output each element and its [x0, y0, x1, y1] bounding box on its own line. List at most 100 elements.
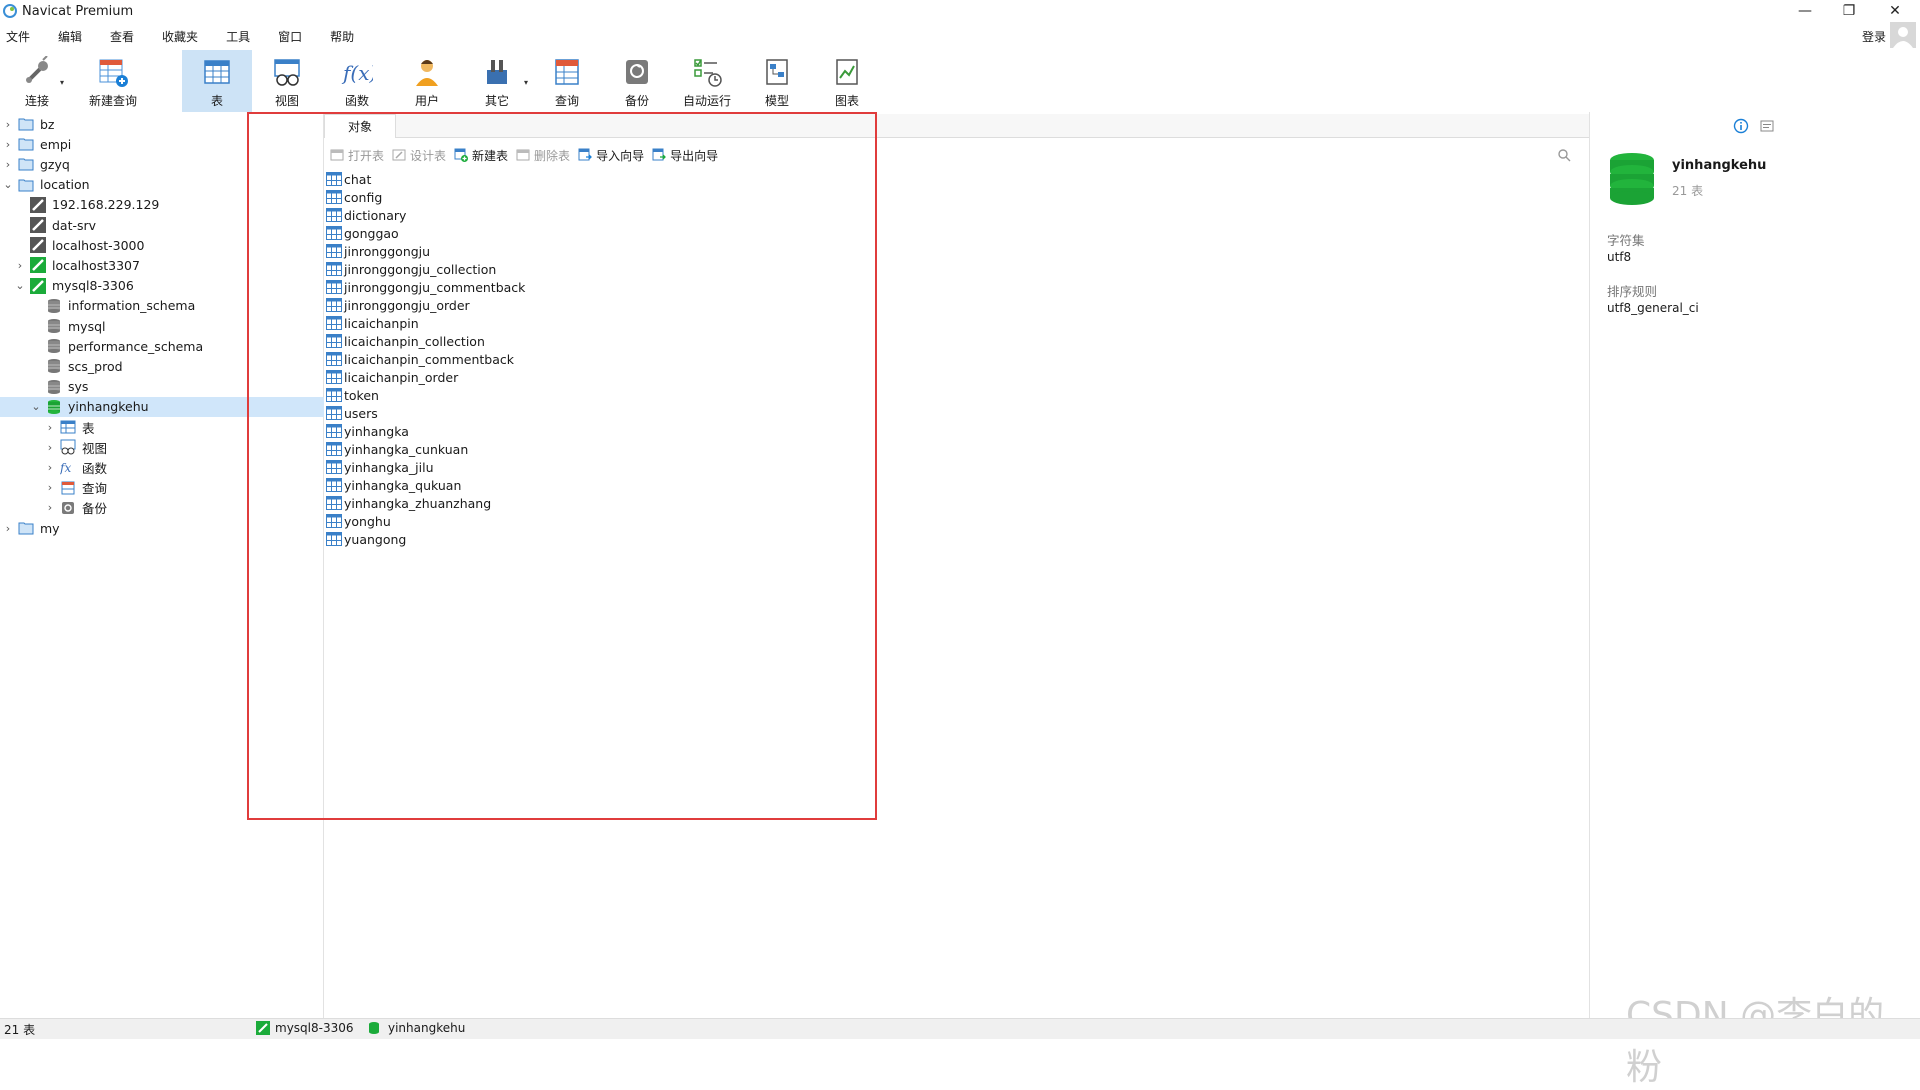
toolbar-function-button[interactable]: f(x) 函数	[322, 50, 392, 112]
tree-item[interactable]: › gzyq	[0, 154, 324, 174]
user-avatar-icon[interactable]	[1890, 22, 1916, 48]
menu-2[interactable]: 查看	[104, 28, 146, 45]
tree-item[interactable]: ⌄ yinhangkehu	[0, 396, 324, 417]
table-row[interactable]: yonghu	[326, 512, 525, 530]
chevron-right-icon[interactable]: ›	[2, 522, 14, 535]
tree-item[interactable]: › 表	[0, 417, 324, 437]
tree-item[interactable]: › my	[0, 518, 324, 538]
dropdown-arrow-icon[interactable]: ▾	[524, 78, 528, 87]
table-row[interactable]: token	[326, 386, 525, 404]
table-row[interactable]: yinhangka_cunkuan	[326, 440, 525, 458]
table-row[interactable]: jinronggongju_order	[326, 296, 525, 314]
tree-item[interactable]: › fx 函数	[0, 457, 324, 477]
database-icon	[48, 399, 60, 414]
toolbar-view-button[interactable]: 视图	[252, 50, 322, 112]
dropdown-arrow-icon[interactable]: ▾	[60, 78, 64, 87]
tree-item[interactable]: › 视图	[0, 437, 324, 457]
table-name: licaichanpin_collection	[344, 333, 485, 349]
chevron-right-icon[interactable]: ›	[44, 501, 56, 514]
ddl-icon[interactable]	[1759, 118, 1775, 134]
chevron-right-icon[interactable]: ›	[44, 461, 56, 474]
action-label: 删除表	[534, 148, 571, 163]
restore-button[interactable]: ❐	[1826, 0, 1872, 22]
chevron-right-icon[interactable]: ›	[2, 118, 14, 131]
table-row[interactable]: yinhangka_jilu	[326, 458, 525, 476]
table-row[interactable]: config	[326, 188, 525, 206]
open-table-button[interactable]: 打开表	[330, 147, 384, 164]
chevron-right-icon[interactable]: ›	[44, 441, 56, 454]
tree-item-label: dat-srv	[52, 217, 97, 233]
tree-item[interactable]: ⌄ mysql8-3306	[0, 276, 324, 296]
tree-item[interactable]: › empi	[0, 134, 324, 154]
menu-6[interactable]: 帮助	[324, 28, 366, 45]
table-row[interactable]: licaichanpin_collection	[326, 332, 525, 350]
info-icon[interactable]	[1733, 118, 1749, 134]
toolbar-chart-button[interactable]: 图表	[812, 50, 882, 112]
table-row[interactable]: gonggao	[326, 224, 525, 242]
tree-item[interactable]: › 查询	[0, 478, 324, 498]
toolbar-query-button[interactable]: 查询	[532, 50, 602, 112]
folder-icon	[18, 138, 34, 151]
login-link[interactable]: 登录	[1862, 28, 1886, 45]
search-icon[interactable]	[1557, 148, 1571, 162]
tree-item[interactable]: › localhost3307	[0, 255, 324, 275]
toolbar-table-button[interactable]: 表	[182, 50, 252, 112]
menu-4[interactable]: 工具	[220, 28, 262, 45]
table-row[interactable]: yinhangka_zhuanzhang	[326, 494, 525, 512]
table-row[interactable]: chat	[326, 170, 525, 188]
toolbar-new-query-button[interactable]: 新建查询	[68, 50, 158, 112]
table-row[interactable]: dictionary	[326, 206, 525, 224]
folder-icon	[18, 158, 34, 171]
table-row[interactable]: yinhangka	[326, 422, 525, 440]
tree-item[interactable]: dat-srv	[0, 215, 324, 235]
table-row[interactable]: licaichanpin_commentback	[326, 350, 525, 368]
tree-item[interactable]: sys	[0, 377, 324, 397]
tab-objects[interactable]: 对象	[324, 114, 396, 138]
design-table-button[interactable]: 设计表	[392, 147, 446, 164]
table-row[interactable]: yinhangka_qukuan	[326, 476, 525, 494]
menu-5[interactable]: 窗口	[272, 28, 314, 45]
menu-3[interactable]: 收藏夹	[156, 28, 210, 45]
chevron-right-icon[interactable]: ›	[44, 481, 56, 494]
delete-table-button[interactable]: 删除表	[516, 147, 570, 164]
table-row[interactable]: jinronggongju	[326, 242, 525, 260]
toolbar-other-button[interactable]: 其它 ▾	[462, 50, 532, 112]
toolbar-model-button[interactable]: 模型	[742, 50, 812, 112]
tree-item[interactable]: › 备份	[0, 498, 324, 518]
toolbar-backup-button[interactable]: 备份	[602, 50, 672, 112]
tree-item[interactable]: scs_prod	[0, 356, 324, 376]
tree-item[interactable]: › bz	[0, 114, 324, 134]
tree-item[interactable]: 192.168.229.129	[0, 195, 324, 215]
tree-item[interactable]: mysql	[0, 316, 324, 336]
tree-item[interactable]: localhost-3000	[0, 235, 324, 255]
toolbar-automation-button[interactable]: 自动运行	[672, 50, 742, 112]
tree-item[interactable]: performance_schema	[0, 336, 324, 356]
table-row[interactable]: jinronggongju_commentback	[326, 278, 525, 296]
toolbar-connect-button[interactable]: 连接 ▾	[6, 50, 68, 112]
close-button[interactable]: ✕	[1872, 0, 1918, 22]
new-table-button[interactable]: 新建表	[454, 147, 508, 164]
table-row[interactable]: yuangong	[326, 530, 525, 548]
chevron-right-icon[interactable]: ›	[44, 421, 56, 434]
tree-item[interactable]: information_schema	[0, 296, 324, 316]
tree-item[interactable]: ⌄ location	[0, 175, 324, 195]
chevron-down-icon[interactable]: ⌄	[14, 279, 26, 292]
query-icon	[61, 481, 75, 495]
chevron-down-icon[interactable]: ⌄	[30, 400, 42, 413]
chevron-right-icon[interactable]: ›	[14, 259, 26, 272]
chevron-right-icon[interactable]: ›	[2, 158, 14, 171]
table-row[interactable]: users	[326, 404, 525, 422]
minimize-button[interactable]: —	[1782, 0, 1828, 22]
chevron-down-icon[interactable]: ⌄	[2, 178, 14, 191]
table-row[interactable]: licaichanpin	[326, 314, 525, 332]
table-row[interactable]: jinronggongju_collection	[326, 260, 525, 278]
action-label: 新建表	[472, 148, 509, 163]
menu-1[interactable]: 编辑	[52, 28, 94, 45]
menu-0[interactable]: 文件	[0, 28, 42, 45]
import-wizard-button[interactable]: 导入向导	[578, 147, 644, 164]
table-name: jinronggongju_order	[344, 297, 470, 313]
chevron-right-icon[interactable]: ›	[2, 138, 14, 151]
toolbar-user-button[interactable]: 用户	[392, 50, 462, 112]
export-wizard-button[interactable]: 导出向导	[652, 147, 718, 164]
table-row[interactable]: licaichanpin_order	[326, 368, 525, 386]
